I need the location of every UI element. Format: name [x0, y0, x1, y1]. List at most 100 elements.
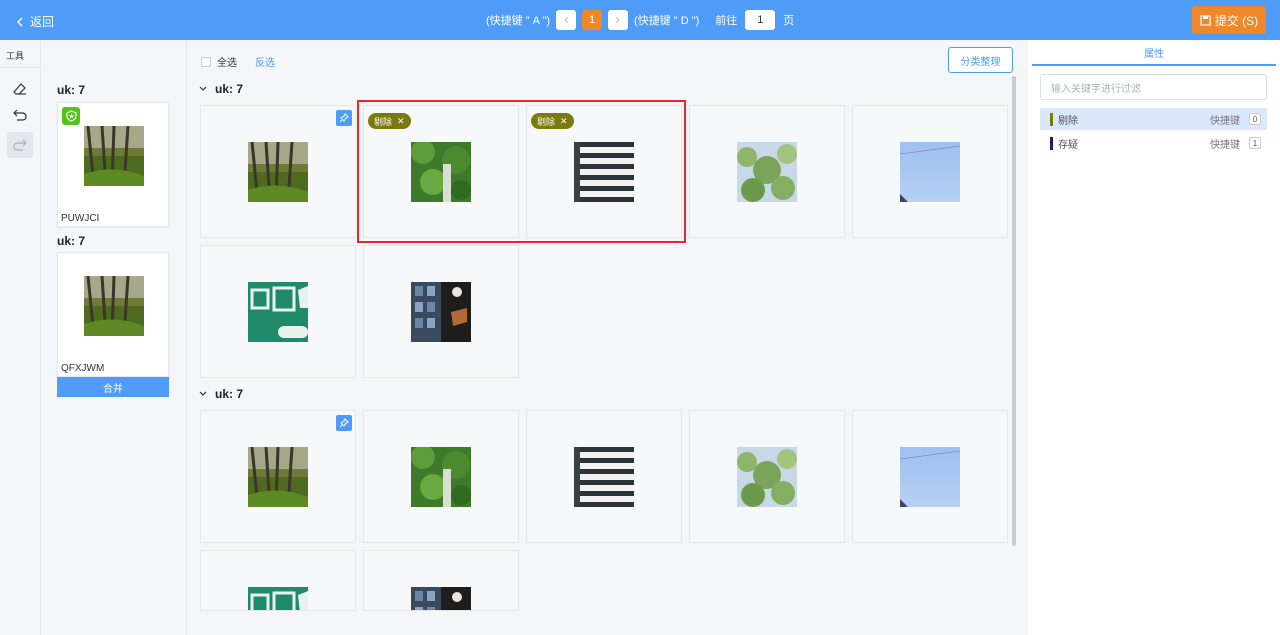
classify-button[interactable]: 分类整理: [948, 47, 1013, 73]
redo-button[interactable]: [7, 132, 33, 158]
image-cell[interactable]: [689, 410, 845, 543]
image-thumbnail: [737, 142, 797, 202]
image-cell[interactable]: [526, 410, 682, 543]
image-cell[interactable]: [852, 410, 1008, 543]
image-thumbnail: [411, 282, 471, 342]
group-title: uk: 7: [215, 82, 244, 96]
image-thumbnail: [900, 447, 960, 507]
attribute-label: 剔除: [1058, 115, 1078, 127]
undo-icon: [13, 109, 27, 121]
submit-button[interactable]: 提交 (S): [1192, 6, 1266, 34]
chevron-right-icon: [615, 16, 620, 24]
submit-label: 提交 (S): [1214, 13, 1259, 28]
close-icon[interactable]: ✕: [397, 116, 405, 127]
invert-selection-link[interactable]: 反选: [255, 54, 275, 69]
group-card[interactable]: PUWJCI: [57, 102, 169, 227]
redo-icon: [13, 139, 27, 151]
group-header[interactable]: uk: 7: [199, 82, 243, 96]
image-cell[interactable]: [689, 105, 845, 238]
group-header[interactable]: uk: 7: [199, 387, 243, 401]
undo-button[interactable]: [7, 102, 33, 128]
group-title: uk: 7: [215, 387, 244, 401]
group-title: uk: 7: [57, 83, 86, 97]
chevron-down-icon: [199, 391, 207, 396]
image-cell[interactable]: [363, 410, 519, 543]
tools-panel: 工具: [0, 40, 41, 635]
attribute-panel: 属性 输入关键字进行过滤 剔除 快捷键 0 存疑 快捷键 1: [1028, 40, 1280, 635]
tab-attributes[interactable]: 属性: [1032, 40, 1276, 66]
eraser-icon: [13, 83, 26, 95]
tag-label: 剔除: [374, 116, 393, 127]
pagination: (快捷键 " A ") 1 (快捷键 " D ") 前往 1 页: [486, 10, 794, 30]
close-icon[interactable]: ✕: [560, 116, 568, 127]
pin-icon[interactable]: [336, 415, 352, 431]
image-cell[interactable]: [852, 105, 1008, 238]
filter-input[interactable]: 输入关键字进行过滤: [1040, 74, 1267, 100]
color-marker: [1050, 136, 1053, 150]
current-page[interactable]: 1: [582, 10, 603, 30]
attribute-label: 存疑: [1058, 139, 1078, 151]
page-unit-label: 页: [783, 15, 795, 27]
image-cell[interactable]: [200, 410, 356, 543]
select-toolbar: 全选 反选: [201, 54, 275, 69]
attribute-item-reject[interactable]: 剔除 快捷键 0: [1040, 108, 1267, 130]
image-cell[interactable]: [200, 245, 356, 378]
merge-button[interactable]: 合并: [57, 377, 169, 397]
goto-page-input[interactable]: 1: [745, 10, 776, 30]
next-shortcut-hint: (快捷键 " D "): [634, 15, 700, 27]
next-page-button[interactable]: [608, 10, 629, 30]
image-thumbnail: [900, 142, 960, 202]
image-thumbnail: [248, 447, 308, 507]
eraser-button[interactable]: [7, 76, 33, 102]
image-cell[interactable]: [363, 245, 519, 378]
image-thumbnail: [574, 447, 634, 507]
tag-label: 剔除: [537, 116, 556, 127]
attribute-item-doubt[interactable]: 存疑 快捷键 1: [1040, 132, 1267, 154]
save-icon: [1200, 14, 1211, 26]
shield-icon: [62, 107, 80, 125]
group-panel: uk: 7 PUWJCI uk: 7 QFXJWM 合并: [41, 40, 187, 635]
group-code: QFXJWM: [61, 363, 105, 374]
group-thumbnail: [84, 126, 144, 186]
prev-page-button[interactable]: [556, 10, 577, 30]
image-thumbnail: [248, 587, 308, 611]
image-cell[interactable]: 剔除 ✕: [526, 105, 682, 238]
shortcut-key: 0: [1249, 113, 1261, 125]
select-all-label[interactable]: 全选: [217, 54, 237, 69]
group-card[interactable]: QFXJWM: [57, 252, 169, 377]
shortcut-label: 快捷键: [1210, 115, 1240, 127]
chevron-left-icon: [16, 16, 23, 27]
image-grid-area: 全选 反选 分类整理 uk: 7 剔除 ✕ 剔除 ✕ uk: 7: [187, 40, 1028, 635]
image-cell[interactable]: [363, 550, 519, 611]
color-marker: [1050, 112, 1053, 126]
top-bar: 返回 (快捷键 " A ") 1 (快捷键 " D ") 前往 1 页 提交 (…: [0, 0, 1280, 40]
shortcut-key: 1: [1249, 137, 1261, 149]
image-cell[interactable]: [200, 105, 356, 238]
select-all-checkbox[interactable]: [201, 56, 211, 67]
divider: [0, 67, 41, 68]
prev-shortcut-hint: (快捷键 " A "): [486, 15, 551, 27]
reject-tag[interactable]: 剔除 ✕: [531, 113, 574, 129]
group-thumbnail: [84, 276, 144, 336]
image-cell[interactable]: [200, 550, 356, 611]
image-thumbnail: [411, 447, 471, 507]
image-thumbnail: [411, 587, 471, 611]
reject-tag[interactable]: 剔除 ✕: [368, 113, 411, 129]
chevron-down-icon: [199, 86, 207, 91]
scrollbar[interactable]: [1012, 76, 1016, 546]
back-label: 返回: [30, 15, 55, 29]
tools-title: 工具: [6, 51, 25, 61]
pin-icon[interactable]: [336, 110, 352, 126]
chevron-left-icon: [564, 16, 569, 24]
image-thumbnail: [737, 447, 797, 507]
group-title: uk: 7: [57, 234, 86, 248]
image-thumbnail: [248, 142, 308, 202]
group-code: PUWJCI: [61, 213, 100, 224]
goto-label: 前往: [715, 15, 738, 27]
image-thumbnail: [248, 282, 308, 342]
image-cell[interactable]: 剔除 ✕: [363, 105, 519, 238]
image-thumbnail: [574, 142, 634, 202]
back-button[interactable]: 返回: [16, 13, 54, 30]
image-thumbnail: [411, 142, 471, 202]
shortcut-label: 快捷键: [1210, 139, 1240, 151]
